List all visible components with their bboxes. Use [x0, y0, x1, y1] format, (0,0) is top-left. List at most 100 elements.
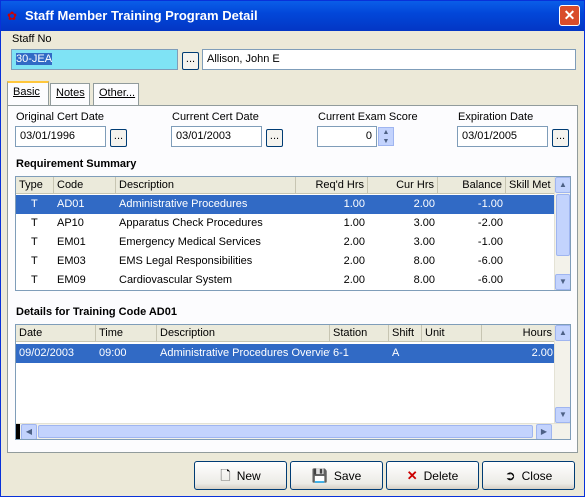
- cell-station: 6-1: [333, 347, 349, 359]
- staff-no-input[interactable]: 30-JEA: [11, 49, 178, 70]
- col-date[interactable]: Date: [16, 325, 96, 342]
- delete-button-label: Delete: [423, 469, 459, 483]
- cell-description: Apparatus Check Procedures: [119, 217, 263, 229]
- cell-type: T: [31, 274, 38, 286]
- tab-basic[interactable]: Basic: [7, 81, 49, 106]
- col-hours[interactable]: Hours: [482, 325, 556, 342]
- spin-up-icon[interactable]: ▲: [379, 128, 393, 137]
- scroll-up-icon[interactable]: ▲: [555, 177, 570, 193]
- cell-balance: -2.00: [477, 217, 503, 229]
- scroll-thumb[interactable]: [556, 194, 570, 256]
- requirement-row[interactable]: T EM01 Emergency Medical Services 2.00 3…: [16, 233, 556, 252]
- spin-down-icon[interactable]: ▼: [379, 137, 393, 146]
- record-marker: [16, 424, 20, 439]
- expiration-label: Expiration Date: [458, 111, 534, 123]
- cell-balance: -1.00: [477, 198, 503, 210]
- cell-unit: [422, 344, 482, 363]
- current-cert-input[interactable]: 03/01/2003: [171, 126, 262, 147]
- delete-x-icon: ✕: [406, 468, 418, 483]
- cell-code: AD01: [57, 198, 85, 210]
- cell-skill: [506, 252, 556, 271]
- exam-score-spinner[interactable]: ▲ ▼: [378, 127, 394, 146]
- col-cur-hrs[interactable]: Cur Hrs: [368, 177, 438, 194]
- exam-score-input[interactable]: 0: [317, 126, 377, 147]
- requirement-row[interactable]: T EM03 EMS Legal Responsibilities 2.00 8…: [16, 252, 556, 271]
- cell-skill: [506, 271, 556, 290]
- details-grid: Date Time Description Station Shift Unit…: [15, 324, 571, 440]
- col-station[interactable]: Station: [330, 325, 389, 342]
- cell-shift: A: [392, 347, 400, 359]
- staff-no-label: Staff No: [12, 33, 52, 45]
- cell-cur: 8.00: [413, 255, 435, 267]
- current-cert-label: Current Cert Date: [172, 111, 259, 123]
- requirement-row[interactable]: T AP10 Apparatus Check Procedures 1.00 3…: [16, 214, 556, 233]
- details-hscroll[interactable]: ◀ ▶: [16, 423, 570, 439]
- requirement-row[interactable]: T AD01 Administrative Procedures 1.00 2.…: [16, 195, 556, 214]
- new-button-label: New: [236, 469, 261, 483]
- scroll-down-icon[interactable]: ▼: [555, 407, 570, 423]
- original-cert-input[interactable]: 03/01/1996: [15, 126, 106, 147]
- scroll-right-icon[interactable]: ▶: [536, 424, 552, 439]
- requirement-row[interactable]: T EM09 Cardiovascular System 2.00 8.00 -…: [16, 271, 556, 290]
- cell-code: EM09: [57, 274, 86, 286]
- col-skill-met[interactable]: Skill Met: [506, 177, 556, 194]
- cell-reqd: 2.00: [343, 255, 365, 267]
- requirement-grid: Type Code Description Req'd Hrs Cur Hrs …: [15, 176, 571, 291]
- cell-description: EMS Legal Responsibilities: [119, 255, 253, 267]
- title-bar[interactable]: ✿ Staff Member Training Program Detail ✕: [1, 1, 584, 31]
- col-balance[interactable]: Balance: [438, 177, 506, 194]
- requirement-vscroll[interactable]: ▲ ▼: [554, 177, 570, 290]
- delete-button[interactable]: ✕ Delete: [386, 461, 479, 490]
- cell-description: Emergency Medical Services: [119, 236, 261, 248]
- save-button[interactable]: 💾 Save: [290, 461, 383, 490]
- cell-code: EM01: [57, 236, 86, 248]
- staff-no-value: 30-JEA: [16, 53, 53, 65]
- expiration-input[interactable]: 03/01/2005: [457, 126, 548, 147]
- details-vscroll[interactable]: ▲ ▼: [554, 325, 570, 423]
- requirement-grid-header: Type Code Description Req'd Hrs Cur Hrs …: [16, 177, 556, 194]
- col-description[interactable]: Description: [116, 177, 296, 194]
- cell-cur: 3.00: [413, 236, 435, 248]
- col-time[interactable]: Time: [96, 325, 157, 342]
- col-reqd-hrs[interactable]: Req'd Hrs: [296, 177, 368, 194]
- cell-type: T: [31, 255, 38, 267]
- scroll-up-icon[interactable]: ▲: [555, 325, 570, 341]
- col-code[interactable]: Code: [54, 177, 116, 194]
- cell-date: 09/02/2003: [19, 347, 75, 359]
- details-title: Details for Training Code AD01: [16, 306, 177, 318]
- hscroll-thumb[interactable]: [38, 425, 533, 438]
- original-cert-label: Original Cert Date: [16, 111, 105, 123]
- cell-reqd: 2.00: [343, 236, 365, 248]
- cell-description: Cardiovascular System: [119, 274, 233, 286]
- cell-cur: 8.00: [413, 274, 435, 286]
- cell-balance: -6.00: [477, 255, 503, 267]
- cell-hours: 2.00: [531, 347, 553, 359]
- col-description[interactable]: Description: [157, 325, 330, 342]
- col-unit[interactable]: Unit: [422, 325, 482, 342]
- cell-balance: -1.00: [477, 236, 503, 248]
- close-button-label: Close: [521, 469, 553, 483]
- detail-row[interactable]: 09/02/2003 09:00 Administrative Procedur…: [16, 344, 556, 363]
- details-grid-header: Date Time Description Station Shift Unit…: [16, 325, 556, 342]
- col-type[interactable]: Type: [16, 177, 54, 194]
- cell-skill: [506, 233, 556, 252]
- training-detail-window: ✿ Staff Member Training Program Detail ✕…: [0, 0, 585, 497]
- new-button[interactable]: 🗋 New: [194, 461, 287, 490]
- original-cert-picker[interactable]: ...: [110, 129, 127, 147]
- scroll-left-icon[interactable]: ◀: [21, 424, 37, 439]
- cell-cur: 2.00: [413, 198, 435, 210]
- tab-other[interactable]: Other...: [93, 83, 139, 105]
- close-button[interactable]: ➲ Close: [482, 461, 575, 490]
- window-close-button[interactable]: ✕: [559, 5, 580, 26]
- exit-door-icon: ➲: [504, 468, 516, 483]
- scroll-down-icon[interactable]: ▼: [555, 274, 570, 290]
- cell-description: Administrative Procedures Overview: [160, 347, 330, 359]
- col-shift[interactable]: Shift: [389, 325, 422, 342]
- tab-notes[interactable]: Notes: [50, 83, 90, 105]
- cell-type: T: [31, 198, 38, 210]
- expiration-picker[interactable]: ...: [552, 129, 569, 147]
- exam-score-label: Current Exam Score: [318, 111, 418, 123]
- staff-lookup-button[interactable]: ...: [182, 52, 199, 70]
- current-cert-picker[interactable]: ...: [266, 129, 283, 147]
- window-title: Staff Member Training Program Detail: [25, 8, 258, 23]
